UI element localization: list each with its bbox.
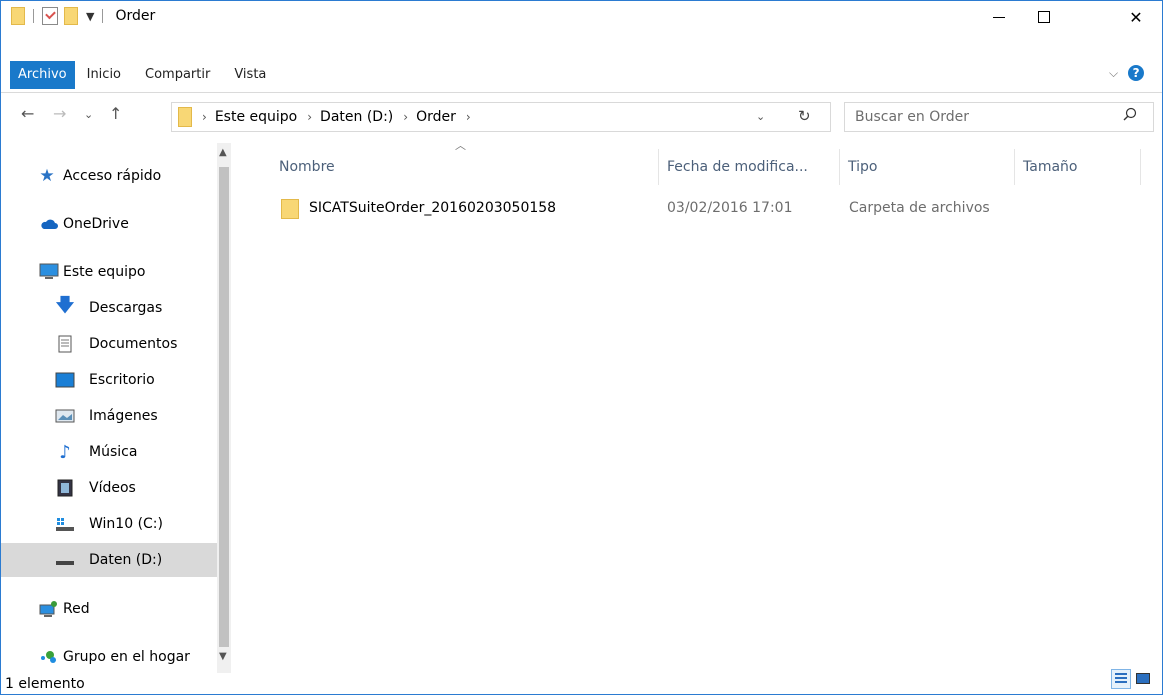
- breadcrumb-este-equipo[interactable]: Este equipo: [215, 109, 297, 125]
- file-type: Carpeta de archivos: [849, 200, 990, 216]
- file-name: SICATSuiteOrder_20160203050158: [309, 200, 557, 216]
- refresh-icon[interactable]: ↻: [798, 107, 811, 125]
- tab-inicio[interactable]: Inicio: [75, 61, 133, 89]
- folder-icon: [178, 107, 192, 127]
- properties-icon[interactable]: [42, 7, 58, 25]
- nav-item-grupo-hogar[interactable]: Grupo en el hogar: [1, 640, 217, 674]
- computer-icon: [39, 262, 59, 282]
- title-bar: ▼ Order ✕: [1, 1, 1162, 33]
- status-bar: 1 elemento: [1, 673, 1162, 695]
- column-header-tipo[interactable]: Tipo: [840, 149, 1015, 185]
- search-input[interactable]: [853, 108, 1117, 126]
- ribbon-tabs: Archivo Inicio Compartir Vista: [1, 61, 278, 91]
- nav-item-win10[interactable]: Win10 (C:): [1, 507, 217, 541]
- column-header-fecha[interactable]: Fecha de modifica...: [659, 149, 840, 185]
- minimize-icon: [993, 16, 1005, 18]
- star-icon: ★: [39, 166, 55, 186]
- close-button[interactable]: ✕: [1113, 1, 1159, 33]
- separator: [102, 9, 104, 23]
- nav-item-escritorio[interactable]: Escritorio: [1, 363, 217, 397]
- nav-item-musica[interactable]: ♪ Música: [1, 435, 217, 469]
- quick-access-toolbar: ▼ Order: [11, 7, 155, 25]
- column-header-tamano[interactable]: Tamaño: [1015, 149, 1141, 185]
- tab-archivo[interactable]: Archivo: [10, 61, 75, 89]
- large-icons-view-button[interactable]: [1133, 669, 1153, 689]
- nav-item-daten[interactable]: Daten (D:): [1, 543, 217, 577]
- nav-item-descargas[interactable]: 🡇 Descargas: [1, 291, 217, 325]
- explorer-window: ▼ Order ✕ Archivo Inicio Compartir Vista…: [0, 0, 1163, 695]
- up-arrow-icon[interactable]: ↑: [109, 104, 122, 123]
- navigation-scrollbar[interactable]: ▲ ▼: [217, 143, 231, 673]
- nav-item-videos[interactable]: Vídeos: [1, 471, 217, 505]
- video-icon: [55, 478, 75, 498]
- pictures-icon: [55, 406, 75, 426]
- status-item-count: 1 elemento: [5, 676, 85, 692]
- chevron-right-icon[interactable]: ›: [403, 110, 408, 124]
- drive-icon: [55, 550, 75, 570]
- expand-ribbon-icon[interactable]: ⌵: [1109, 66, 1118, 81]
- homegroup-icon: [39, 647, 59, 667]
- large-icons-view-icon: [1136, 673, 1150, 684]
- search-icon[interactable]: [1123, 107, 1137, 121]
- chevron-right-icon[interactable]: ›: [202, 110, 207, 124]
- cloud-icon: [39, 214, 59, 234]
- nav-item-este-equipo[interactable]: Este equipo: [1, 255, 217, 289]
- forward-arrow-icon[interactable]: →: [53, 104, 66, 123]
- search-box[interactable]: [844, 102, 1154, 132]
- maximize-icon: [1038, 11, 1050, 23]
- tab-compartir[interactable]: Compartir: [133, 61, 222, 89]
- file-row[interactable]: SICATSuiteOrder_20160203050158 03/02/201…: [271, 191, 1031, 225]
- tab-vista[interactable]: Vista: [222, 61, 278, 89]
- folder-icon: [11, 7, 25, 25]
- separator: [33, 9, 34, 23]
- address-dropdown-icon[interactable]: ⌄: [756, 110, 765, 123]
- folder-icon: [281, 199, 299, 219]
- column-header-nombre[interactable]: Nombre: [271, 149, 659, 185]
- address-bar[interactable]: › Este equipo › Daten (D:) › Order › ⌄ ↻: [171, 102, 831, 132]
- system-drive-icon: [55, 514, 75, 534]
- help-icon[interactable]: ?: [1128, 65, 1145, 81]
- nav-item-red[interactable]: Red: [1, 592, 217, 626]
- scrollbar-thumb[interactable]: [219, 167, 229, 647]
- nav-item-onedrive[interactable]: OneDrive: [1, 207, 217, 241]
- desktop-icon: [55, 370, 75, 390]
- back-arrow-icon[interactable]: ←: [21, 104, 34, 123]
- new-folder-icon[interactable]: [64, 7, 78, 25]
- chevron-right-icon[interactable]: ›: [466, 110, 471, 124]
- scroll-up-icon[interactable]: ▲: [219, 147, 227, 158]
- maximize-button[interactable]: [1021, 1, 1067, 33]
- recent-locations-icon[interactable]: ⌄: [84, 108, 93, 121]
- window-title: Order: [115, 8, 156, 24]
- nav-item-documentos[interactable]: Documentos: [1, 327, 217, 361]
- nav-item-imagenes[interactable]: Imágenes: [1, 399, 217, 433]
- details-view-button[interactable]: [1111, 669, 1131, 689]
- details-view-icon: [1115, 673, 1127, 685]
- ribbon-right-controls: ⌵ ?: [1109, 65, 1145, 81]
- breadcrumb-daten[interactable]: Daten (D:): [320, 109, 393, 125]
- download-icon: 🡇: [55, 295, 75, 316]
- chevron-right-icon[interactable]: ›: [307, 110, 312, 124]
- customize-toolbar-icon[interactable]: ▼: [86, 10, 94, 23]
- scroll-down-icon[interactable]: ▼: [219, 651, 227, 662]
- music-icon: ♪: [59, 441, 71, 463]
- close-icon: ✕: [1129, 7, 1143, 27]
- breadcrumb-order[interactable]: Order: [416, 109, 456, 125]
- minimize-button[interactable]: [976, 1, 1022, 33]
- network-icon: [39, 599, 59, 619]
- navigation-pane: ★ Acceso rápido OneDrive Este equipo 🡇 D…: [1, 143, 231, 673]
- nav-item-acceso-rapido[interactable]: ★ Acceso rápido: [1, 159, 217, 193]
- document-icon: [55, 334, 75, 354]
- file-modified: 03/02/2016 17:01: [667, 200, 793, 216]
